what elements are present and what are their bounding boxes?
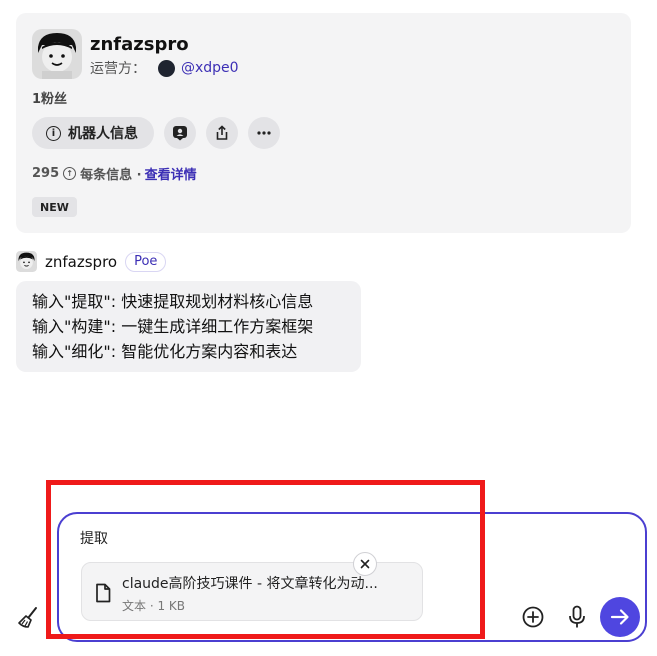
chat-user-button[interactable]: [164, 117, 196, 149]
message-line: 输入"提取": 快速提取规划材料核心信息: [32, 292, 314, 311]
chat-user-icon: [173, 126, 187, 141]
bot-info-button[interactable]: i 机器人信息: [32, 117, 154, 149]
sender-name[interactable]: znfazspro: [45, 253, 117, 271]
share-icon: [216, 125, 228, 140]
clear-context-button[interactable]: [14, 604, 42, 632]
bot-info-card: znfazspro 运营方： @xdpe0 1粉丝 i 机器人信息 295 ↑ …: [16, 13, 631, 233]
view-details-link[interactable]: 查看详情: [145, 164, 197, 183]
operator-avatar: [158, 59, 175, 77]
more-options-button[interactable]: [248, 117, 280, 149]
attachment-name: claude高阶技巧课件 - 将文章转化为动...: [122, 576, 378, 592]
price-value: 295: [32, 166, 60, 181]
message-composer[interactable]: 提取 claude高阶技巧课件 - 将文章转化为动... 文本 · 1 KB: [57, 512, 647, 642]
new-badge: NEW: [32, 197, 77, 217]
remove-attachment-button[interactable]: [353, 552, 377, 576]
attachment-meta: 文本 · 1 KB: [122, 599, 185, 613]
more-icon: [257, 131, 271, 135]
operator-handle-link[interactable]: @xdpe0: [181, 60, 239, 76]
add-icon: [522, 606, 544, 628]
send-button[interactable]: [600, 597, 640, 637]
share-button[interactable]: [206, 117, 238, 149]
price-text: 每条信息 ·: [80, 168, 142, 183]
bot-name: znfazspro: [90, 34, 189, 55]
operator-row: 运营方： @xdpe0: [90, 58, 239, 78]
info-icon: i: [46, 125, 61, 141]
message-line: 输入"细化": 智能优化方案内容和表达: [32, 342, 298, 361]
coin-icon: ↑: [63, 167, 77, 180]
bot-action-row: i 机器人信息: [32, 117, 280, 149]
operator-label: 运营方：: [90, 61, 146, 77]
message-line: 输入"构建": 一键生成详细工作方案框架: [32, 317, 314, 336]
file-icon: [96, 583, 111, 603]
voice-input-button[interactable]: [565, 603, 589, 631]
mic-icon: [569, 605, 585, 628]
bot-avatar[interactable]: [32, 29, 82, 79]
message-input[interactable]: 提取: [80, 528, 108, 548]
price-row: 295 ↑ 每条信息 · 查看详情: [32, 164, 197, 183]
poe-tag: Poe: [125, 251, 167, 272]
add-attachment-button[interactable]: [520, 604, 546, 630]
broom-icon: [18, 607, 37, 628]
message-header: znfazspro Poe: [16, 251, 167, 272]
bot-info-label: 机器人信息: [68, 126, 138, 142]
message-bubble: 输入"提取": 快速提取规划材料核心信息 输入"构建": 一键生成详细工作方案框…: [16, 281, 361, 372]
send-arrow-icon: [610, 609, 629, 625]
sender-avatar[interactable]: [16, 251, 37, 272]
followers-count: 1粉丝: [32, 92, 68, 107]
close-icon: [360, 559, 370, 569]
